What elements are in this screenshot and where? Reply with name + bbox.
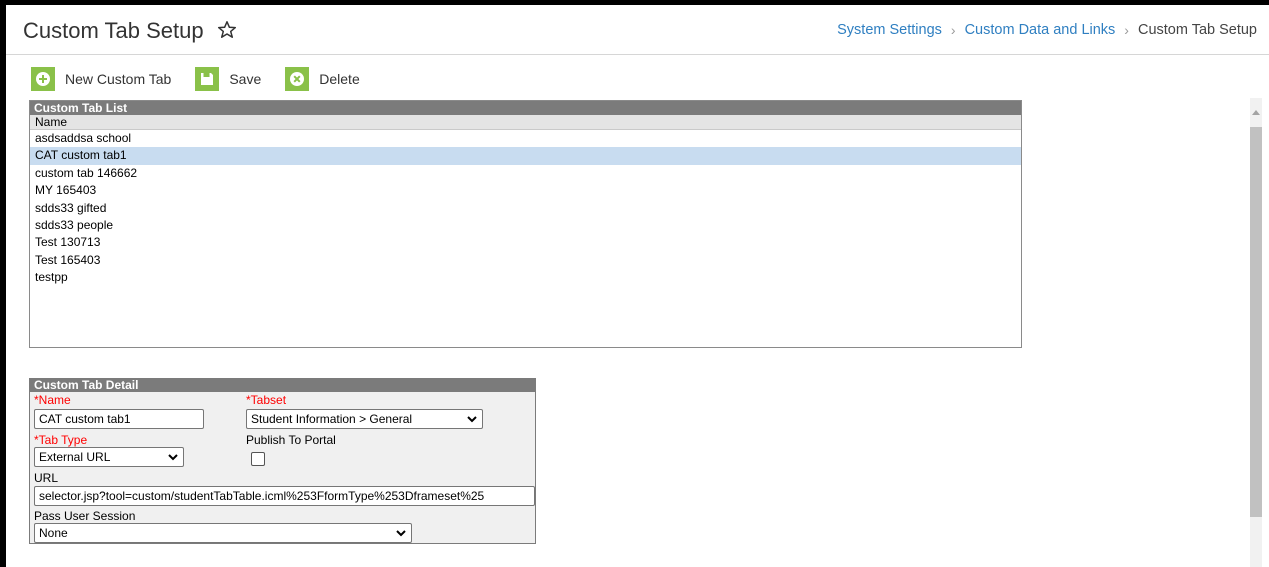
custom-tab-detail-panel: Custom Tab Detail *Name *Tabset CAT cust… xyxy=(29,378,536,544)
list-item[interactable]: CAT custom tab1 xyxy=(30,147,1021,165)
name-field[interactable]: CAT custom tab1 xyxy=(34,409,204,429)
url-field[interactable]: selector.jsp?tool=custom/studentTabTable… xyxy=(34,486,535,506)
save-disk-icon xyxy=(195,67,220,91)
list-item[interactable]: sdds33 gifted xyxy=(30,200,1021,217)
tab-type-label: *Tab Type xyxy=(34,433,88,447)
publish-to-portal-checkbox[interactable] xyxy=(251,452,265,466)
list-item[interactable]: sdds33 people xyxy=(30,217,1021,234)
breadcrumb: System Settings › Custom Data and Links … xyxy=(837,22,1257,38)
list-item[interactable]: Test 165403 xyxy=(30,252,1021,269)
page-header: Custom Tab Setup System Settings › Custo… xyxy=(6,5,1269,55)
plus-circle-icon xyxy=(31,67,55,91)
toolbar: New Custom Tab Save Delete xyxy=(31,66,384,92)
scroll-up-arrow-icon[interactable] xyxy=(1250,105,1262,119)
custom-tab-list-header: Custom Tab List xyxy=(30,101,1021,115)
save-label: Save xyxy=(229,71,262,87)
page-title: Custom Tab Setup xyxy=(23,18,204,43)
delete-button[interactable]: Delete xyxy=(285,67,360,91)
list-item[interactable]: MY 165403 xyxy=(30,182,1021,199)
app-window: Custom Tab Setup System Settings › Custo… xyxy=(6,5,1269,567)
custom-tab-list-panel: Custom Tab List Name asdsaddsa school CAT… xyxy=(29,100,1022,348)
list-item[interactable]: Test 130713 xyxy=(30,234,1021,251)
chevron-down-icon xyxy=(396,530,406,537)
chevron-down-icon xyxy=(168,454,178,461)
delete-label: Delete xyxy=(319,71,360,87)
list-item[interactable]: testpp xyxy=(30,269,1021,286)
new-custom-tab-label: New Custom Tab xyxy=(65,71,172,87)
list-item[interactable]: asdsaddsa school xyxy=(30,130,1021,147)
breadcrumb-current: Custom Tab Setup xyxy=(1137,22,1257,38)
publish-to-portal-label: Publish To Portal xyxy=(246,433,336,447)
url-field-value: selector.jsp?tool=custom/studentTabTable… xyxy=(39,489,485,503)
new-custom-tab-button[interactable]: New Custom Tab xyxy=(31,67,171,91)
tab-type-select[interactable]: External URL xyxy=(34,447,184,467)
pass-user-session-label: Pass User Session xyxy=(34,509,136,523)
tabset-label: *Tabset xyxy=(246,393,287,407)
chevron-right-icon: › xyxy=(1124,22,1129,38)
list-item[interactable]: custom tab 146662 xyxy=(30,165,1021,182)
page-scrollbar-thumb[interactable] xyxy=(1250,127,1262,517)
url-label: URL xyxy=(34,471,59,485)
name-column-header[interactable]: Name xyxy=(30,115,1021,130)
custom-tab-list: asdsaddsa school CAT custom tab1 custom ta… xyxy=(30,130,1021,287)
breadcrumb-system-settings[interactable]: System Settings xyxy=(837,22,942,38)
tabset-value: Student Information > General xyxy=(251,412,413,426)
tabset-select[interactable]: Student Information > General xyxy=(246,409,483,429)
tab-type-value: External URL xyxy=(39,450,111,464)
name-field-value: CAT custom tab1 xyxy=(39,412,131,426)
breadcrumb-custom-data-links[interactable]: Custom Data and Links xyxy=(965,22,1116,38)
star-icon[interactable] xyxy=(217,20,237,40)
close-circle-icon xyxy=(285,67,310,91)
name-label: *Name xyxy=(34,393,71,407)
chevron-down-icon xyxy=(467,416,477,423)
save-button[interactable]: Save xyxy=(195,67,261,91)
chevron-right-icon: › xyxy=(950,22,956,38)
pass-user-session-value: None xyxy=(39,526,68,540)
custom-tab-detail-header: Custom Tab Detail xyxy=(30,379,535,392)
pass-user-session-select[interactable]: None xyxy=(34,523,412,543)
